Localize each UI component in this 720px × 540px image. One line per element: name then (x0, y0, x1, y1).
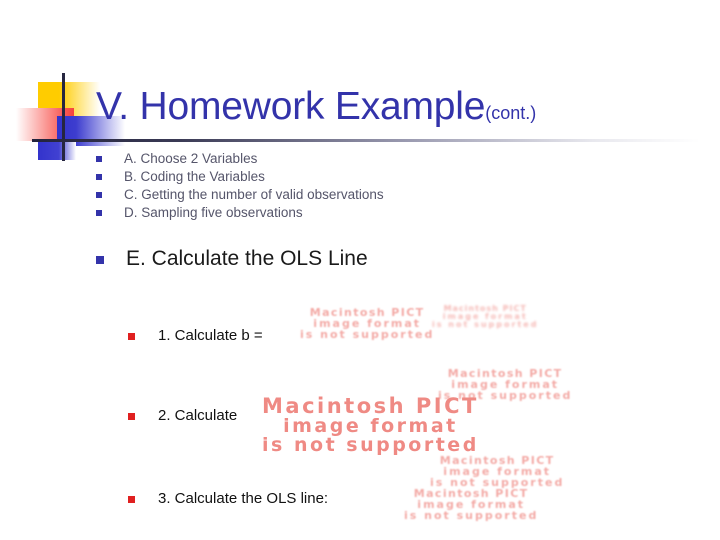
sub-list-item: 2. Calculate (128, 405, 237, 426)
square-bullet-icon (96, 256, 104, 264)
list-item: D. Sampling five observations (96, 204, 656, 222)
square-bullet-icon (128, 333, 135, 340)
logo-blue-square-small (38, 142, 76, 160)
broken-image-placeholder: Macintosh PICT image format is not suppo… (432, 305, 538, 329)
list-item-label: D. Sampling five observations (124, 205, 303, 220)
broken-image-line-1: Macintosh PICT (262, 394, 479, 418)
square-bullet-icon (128, 496, 135, 503)
sub-list-item-label: 3. Calculate the OLS line: (158, 490, 329, 507)
square-bullet-icon (96, 192, 102, 198)
list-item: B. Coding the Variables (96, 168, 656, 186)
page-title: V. Homework Example(cont.) (96, 84, 536, 136)
page-title-main: V. Homework Example (96, 85, 486, 128)
broken-image-placeholder: Macintosh PICT image format is not suppo… (262, 396, 479, 455)
sub-list-item-label: 2. Calculate (158, 407, 238, 424)
square-bullet-icon (96, 174, 102, 180)
list-item-label: C. Getting the number of valid observati… (124, 187, 384, 202)
broken-image-line-3: is not supported (300, 328, 435, 341)
section-heading-e: E. Calculate the OLS Line (96, 245, 368, 273)
list-item-label: A. Choose 2 Variables (124, 151, 258, 166)
title-divider-rule (32, 139, 700, 142)
outline-list-upper: A. Choose 2 Variables B. Coding the Vari… (96, 150, 656, 222)
slide-canvas: V. Homework Example(cont.) A. Choose 2 V… (0, 0, 720, 540)
broken-image-line-3: is not supported (404, 509, 539, 522)
sub-list-item-label: 1. Calculate b = (158, 327, 263, 344)
square-bullet-icon (96, 210, 102, 216)
section-heading-e-label: E. Calculate the OLS Line (126, 247, 368, 270)
list-item: C. Getting the number of valid observati… (96, 186, 656, 204)
square-bullet-icon (128, 413, 135, 420)
sub-list-item: 3. Calculate the OLS line: (128, 488, 328, 509)
list-item-label: B. Coding the Variables (124, 169, 265, 184)
page-title-suffix: (cont.) (485, 103, 537, 123)
square-bullet-icon (96, 156, 102, 162)
broken-image-line-3: is not supported (432, 320, 539, 329)
broken-image-placeholder: Macintosh PICT image format is not suppo… (300, 307, 434, 340)
list-item: A. Choose 2 Variables (96, 150, 656, 168)
broken-image-placeholder: Macintosh PICT image format is not suppo… (404, 488, 538, 521)
broken-image-line-3: is not supported (262, 434, 479, 456)
sub-list-item: 1. Calculate b = (128, 325, 263, 346)
logo-vertical-rule (62, 73, 65, 161)
broken-image-placeholder: Macintosh PICT image format is not suppo… (430, 455, 564, 488)
